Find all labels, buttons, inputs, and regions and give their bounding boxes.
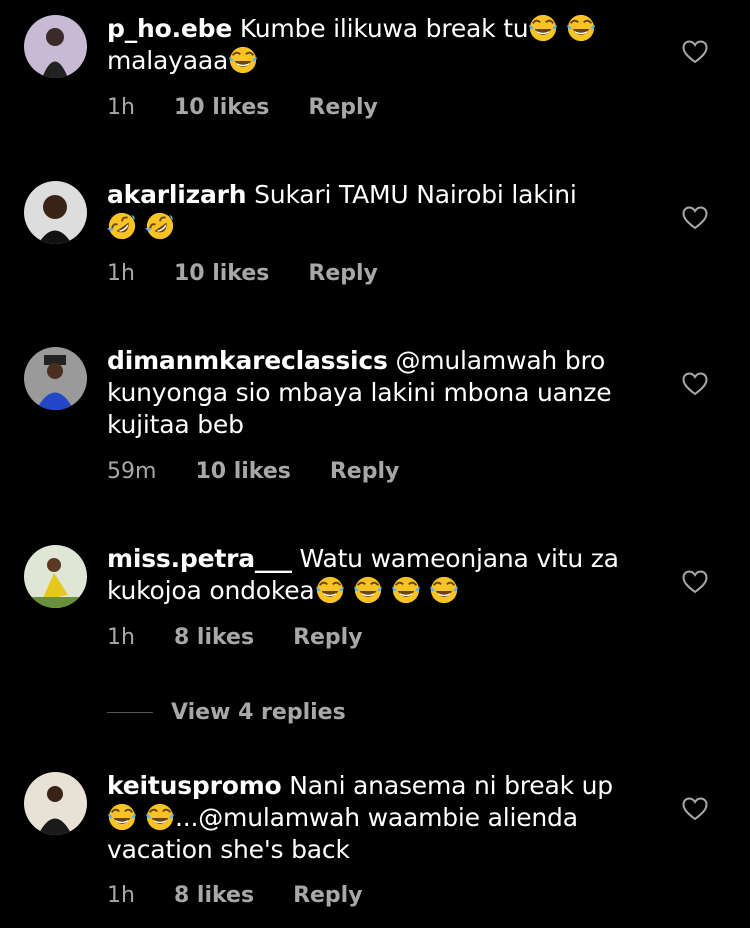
- heart-icon[interactable]: [682, 372, 708, 396]
- laugh-emoji-icon: [315, 575, 345, 605]
- comment-username[interactable]: akarlizarh: [107, 180, 247, 209]
- rofl-emoji-icon: [145, 211, 175, 241]
- laugh-emoji-icon: [353, 575, 383, 605]
- comment-text: vacation she's back: [107, 835, 350, 864]
- view-replies-label: View 4 replies: [171, 699, 346, 725]
- replies-divider: [107, 711, 153, 713]
- comment-time: 1h: [107, 625, 135, 650]
- comment-text: kunyonga sio mbaya lakini mbona uanze: [107, 378, 612, 407]
- rofl-emoji-icon: [107, 211, 137, 241]
- comment-username[interactable]: miss.petra___: [107, 544, 292, 573]
- avatar[interactable]: [24, 347, 87, 410]
- comment-username[interactable]: dimanmkareclassics: [107, 346, 388, 375]
- avatar[interactable]: [24, 181, 87, 244]
- comment-text: Watu wameonjana vitu za: [299, 544, 619, 573]
- reply-button[interactable]: Reply: [293, 625, 363, 650]
- laugh-emoji-icon: [391, 575, 421, 605]
- avatar[interactable]: [24, 772, 87, 835]
- likes-count[interactable]: 8 likes: [174, 883, 254, 908]
- heart-icon[interactable]: [682, 40, 708, 64]
- laugh-emoji-icon: [528, 13, 558, 43]
- comment-username[interactable]: keituspromo: [107, 771, 282, 800]
- reply-button[interactable]: Reply: [308, 95, 378, 120]
- laugh-emoji-icon: [145, 802, 175, 832]
- comment-time: 1h: [107, 261, 135, 286]
- comment-text: ...@mulamwah waambie alienda: [175, 803, 578, 832]
- heart-icon[interactable]: [682, 797, 708, 821]
- reply-button[interactable]: Reply: [308, 261, 378, 286]
- reply-button[interactable]: Reply: [330, 459, 400, 484]
- likes-count[interactable]: 10 likes: [195, 459, 290, 484]
- likes-count[interactable]: 8 likes: [174, 625, 254, 650]
- avatar[interactable]: [24, 15, 87, 78]
- comment-username[interactable]: p_ho.ebe: [107, 14, 232, 43]
- comment-time: 1h: [107, 95, 135, 120]
- laugh-emoji-icon: [107, 802, 137, 832]
- comment-text: malayaaa: [107, 46, 229, 75]
- comment-text: Kumbe ilikuwa break tu: [239, 14, 529, 43]
- laugh-emoji-icon: [566, 13, 596, 43]
- comment-text: @mulamwah bro: [395, 346, 606, 375]
- heart-icon[interactable]: [682, 206, 708, 230]
- heart-icon[interactable]: [682, 570, 708, 594]
- view-replies-button[interactable]: View 4 replies: [107, 697, 346, 727]
- comment-text: kukojoa ondokea: [107, 576, 315, 605]
- comment-time: 1h: [107, 883, 135, 908]
- likes-count[interactable]: 10 likes: [174, 261, 269, 286]
- comment-text: Sukari TAMU Nairobi lakini: [254, 180, 577, 209]
- reply-button[interactable]: Reply: [293, 883, 363, 908]
- comment-time: 59m: [107, 459, 157, 484]
- comment-text: kujitaa beb: [107, 410, 244, 439]
- laugh-emoji-icon: [228, 45, 258, 75]
- avatar[interactable]: [24, 545, 87, 608]
- likes-count[interactable]: 10 likes: [174, 95, 269, 120]
- comment-text: Nani anasema ni break up: [289, 771, 613, 800]
- laugh-emoji-icon: [429, 575, 459, 605]
